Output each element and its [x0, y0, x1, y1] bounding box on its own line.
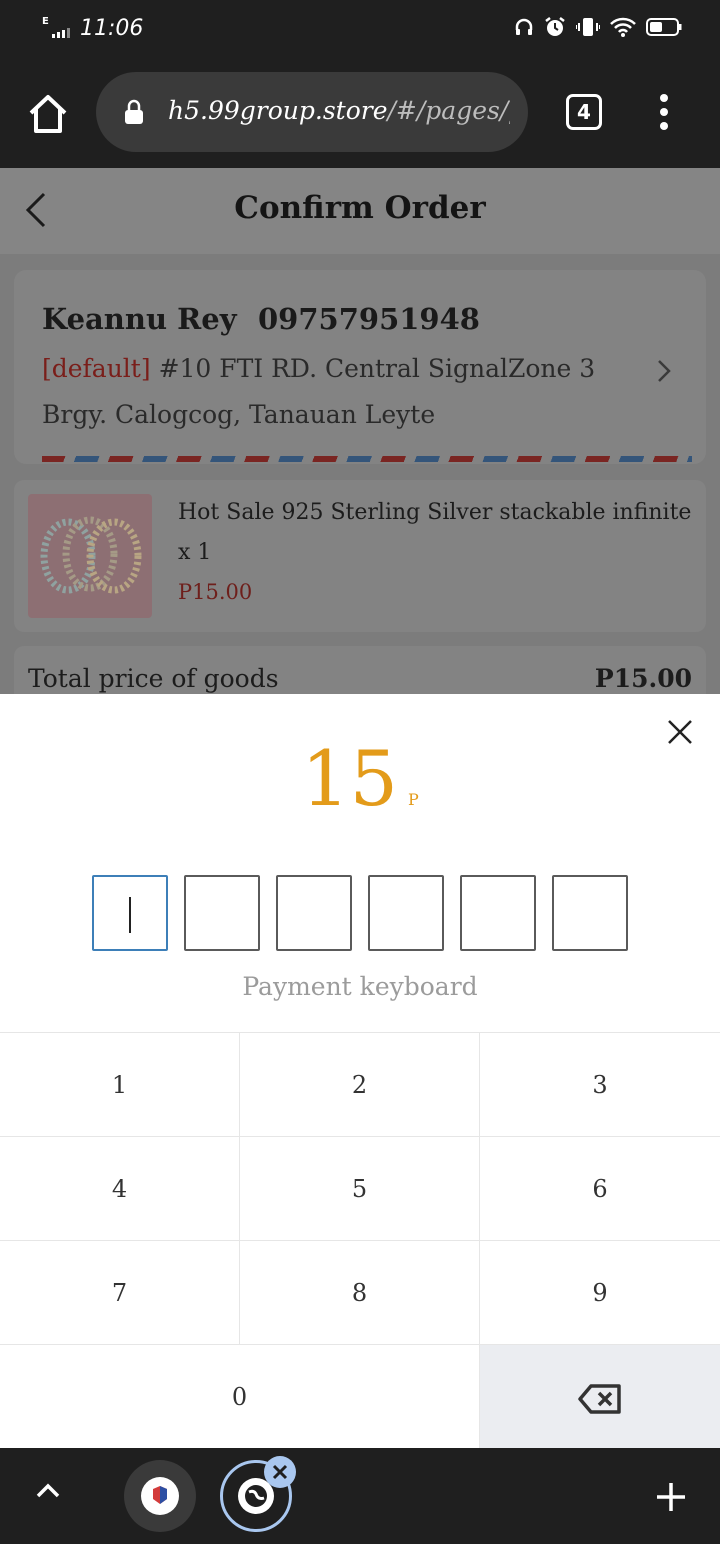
- default-tag: [default]: [42, 354, 151, 383]
- wifi-icon: [610, 17, 636, 37]
- product-card: Hot Sale 925 Sterling Silver stackable i…: [14, 480, 706, 632]
- lock-icon: [125, 99, 143, 124]
- home-icon[interactable]: [26, 92, 70, 136]
- product-image: [28, 494, 152, 618]
- key-5[interactable]: 5: [240, 1137, 480, 1241]
- text-caret: [129, 897, 131, 933]
- payment-amount: 15 P: [0, 734, 720, 823]
- key-2[interactable]: 2: [240, 1033, 480, 1137]
- clock: 11:06: [80, 16, 144, 41]
- address-line-2: Brgy. Calogcog, Tanauan Leyte: [42, 400, 436, 429]
- pin-box[interactable]: [368, 875, 444, 951]
- page-title: Confirm Order: [234, 190, 486, 226]
- network-type: E: [42, 16, 49, 27]
- vibrate-icon: [576, 18, 600, 36]
- amount-value: 15: [301, 734, 398, 823]
- nav-bar: Confirm Order: [0, 168, 720, 254]
- product-quantity: x 1: [178, 540, 212, 565]
- chevron-right-icon: [658, 360, 671, 382]
- amount-currency: P: [407, 790, 419, 809]
- key-4[interactable]: 4: [0, 1137, 240, 1241]
- browser-toolbar: h5.99group.store/#/pages/goc 4: [0, 58, 720, 168]
- signal-icon: [52, 28, 70, 38]
- status-icons: [514, 16, 682, 38]
- recipient-phone: 09757951948: [258, 302, 480, 336]
- order-page: Confirm Order Keannu Rey 09757951948 [de…: [0, 168, 720, 706]
- alarm-icon: [545, 17, 565, 36]
- site-favicon-icon: [141, 1477, 179, 1515]
- pin-box[interactable]: [460, 875, 536, 951]
- chevron-up-icon[interactable]: [34, 1480, 62, 1500]
- recipient-name: Keannu Rey: [42, 302, 237, 336]
- backspace-icon: [578, 1383, 621, 1414]
- key-7[interactable]: 7: [0, 1241, 240, 1345]
- pin-input[interactable]: [92, 875, 628, 951]
- address-bar[interactable]: h5.99group.store/#/pages/goc: [96, 72, 528, 152]
- pin-box[interactable]: [184, 875, 260, 951]
- more-icon[interactable]: [652, 94, 676, 134]
- plus-icon[interactable]: [654, 1480, 688, 1514]
- address-line-1: [default] #10 FTI RD. Central SignalZone…: [42, 354, 595, 383]
- product-title: Hot Sale 925 Sterling Silver stackable i…: [178, 500, 696, 525]
- product-price: P15.00: [178, 580, 253, 604]
- key-0[interactable]: 0: [0, 1345, 480, 1449]
- status-bar: E 11:06: [0, 0, 720, 58]
- pin-box[interactable]: [552, 875, 628, 951]
- pin-box[interactable]: [92, 875, 168, 951]
- tab-group-item[interactable]: [124, 1460, 196, 1532]
- total-value: P15.00: [594, 664, 692, 693]
- key-8[interactable]: 8: [240, 1241, 480, 1345]
- key-1[interactable]: 1: [0, 1033, 240, 1137]
- keyboard-label: Payment keyboard: [242, 972, 478, 1001]
- total-label: Total price of goods: [28, 664, 279, 693]
- key-6[interactable]: 6: [480, 1137, 720, 1241]
- payment-sheet: 15 P Payment keyboard 1 2 3 4 5 6 7 8 9 0: [0, 694, 720, 1449]
- url-path: /#/pages/goc: [387, 96, 511, 125]
- key-3[interactable]: 3: [480, 1033, 720, 1137]
- url-text: h5.99group.store/#/pages/goc: [168, 96, 510, 125]
- numeric-keypad: 1 2 3 4 5 6 7 8 9 0: [0, 1032, 720, 1449]
- key-9[interactable]: 9: [480, 1241, 720, 1345]
- bottom-toolbar: [0, 1448, 720, 1544]
- backspace-key[interactable]: [480, 1345, 720, 1449]
- tab-switcher-button[interactable]: 4: [566, 94, 602, 130]
- address-card[interactable]: Keannu Rey 09757951948 [default] #10 FTI…: [14, 270, 706, 464]
- address-street: #10 FTI RD. Central SignalZone 3: [158, 354, 596, 383]
- battery-icon: [646, 18, 682, 36]
- url-host: h5.99group.store: [168, 96, 388, 125]
- headphones-icon: [515, 18, 533, 35]
- airmail-border: [42, 456, 692, 462]
- pin-box[interactable]: [276, 875, 352, 951]
- close-tab-icon[interactable]: [264, 1456, 296, 1488]
